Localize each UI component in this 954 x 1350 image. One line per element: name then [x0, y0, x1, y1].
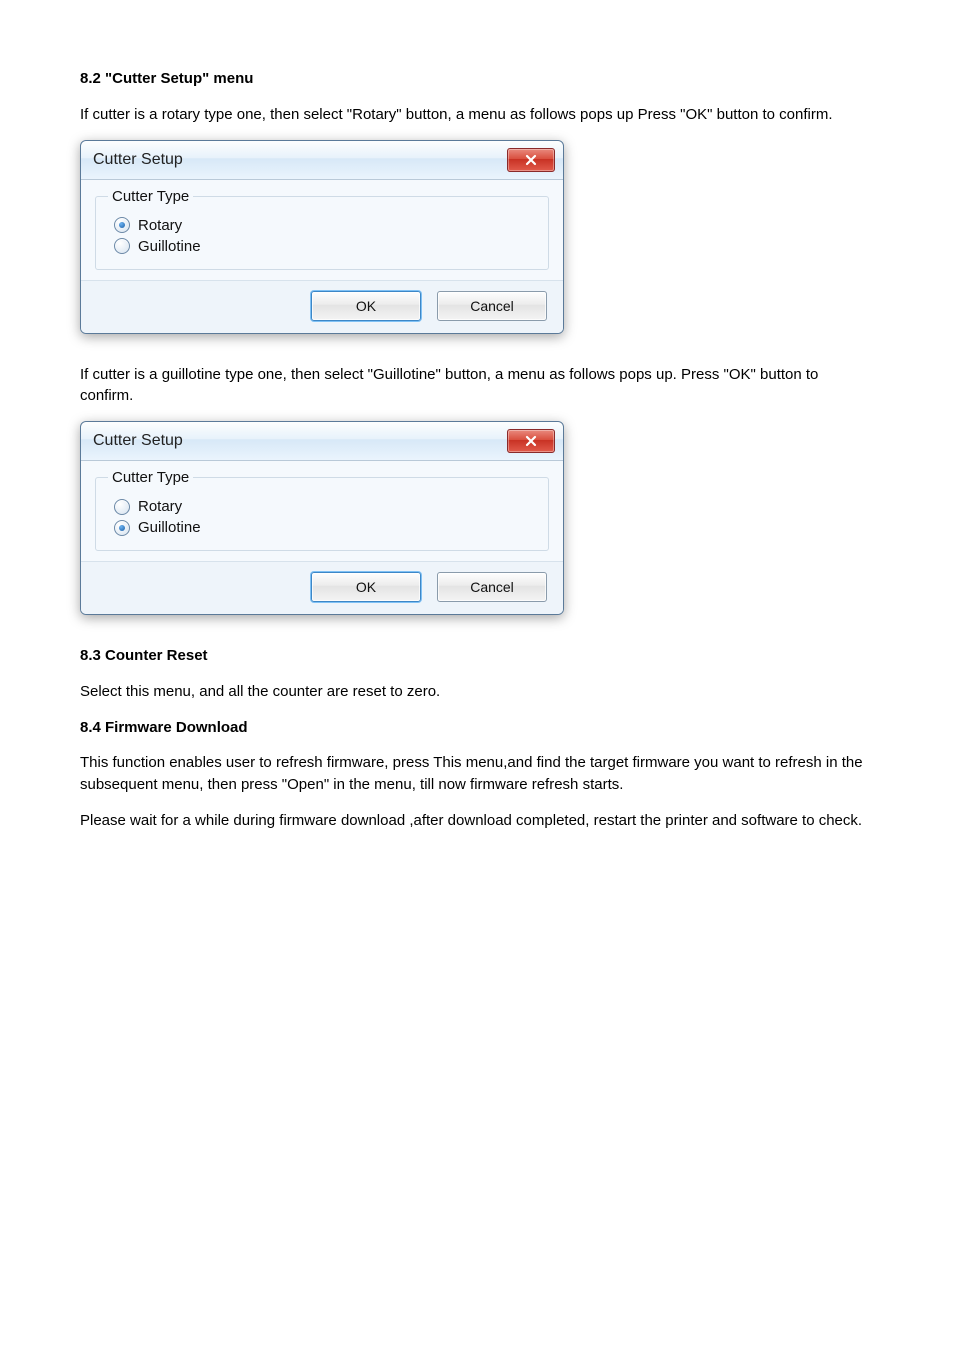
cutter-type-legend: Cutter Type [108, 469, 193, 486]
radio-label: Guillotine [138, 238, 201, 255]
dialog-title: Cutter Setup [93, 432, 183, 450]
ok-button[interactable]: OK [311, 291, 421, 321]
radio-icon [114, 238, 130, 254]
cutter-setup-dialog-guillotine: Cutter Setup Cutter Type Rotary Guilloti… [80, 421, 564, 615]
cutter-type-group: Cutter Type Rotary Guillotine [95, 188, 549, 270]
cancel-button[interactable]: Cancel [437, 572, 547, 602]
close-icon [524, 434, 538, 448]
cutter-setup-dialog-rotary: Cutter Setup Cutter Type Rotary Guilloti… [80, 140, 564, 334]
heading-firmware-download: 8.4 Firmware Download [80, 717, 874, 739]
radio-icon [114, 217, 130, 233]
heading-counter-reset: 8.3 Counter Reset [80, 645, 874, 667]
radio-option-rotary[interactable]: Rotary [114, 217, 536, 234]
close-icon [524, 153, 538, 167]
radio-icon [114, 520, 130, 536]
radio-label: Rotary [138, 217, 182, 234]
dialog-body: Cutter Type Rotary Guillotine [81, 461, 563, 561]
radio-label: Rotary [138, 498, 182, 515]
close-button[interactable] [507, 429, 555, 453]
paragraph-guillotine: If cutter is a guillotine type one, then… [80, 364, 874, 408]
document-page: 8.2 "Cutter Setup" menu If cutter is a r… [0, 0, 954, 906]
dialog-button-row: OK Cancel [81, 280, 563, 333]
radio-option-guillotine[interactable]: Guillotine [114, 238, 536, 255]
cutter-type-legend: Cutter Type [108, 188, 193, 205]
close-button[interactable] [507, 148, 555, 172]
paragraph-counter-reset: Select this menu, and all the counter ar… [80, 681, 874, 703]
cutter-type-group: Cutter Type Rotary Guillotine [95, 469, 549, 551]
dialog-button-row: OK Cancel [81, 561, 563, 614]
paragraph-rotary-part2: Press "OK" button to confirm. [638, 106, 833, 123]
paragraph-rotary-part1: If cutter is a rotary type one, then sel… [80, 106, 633, 123]
radio-option-rotary[interactable]: Rotary [114, 498, 536, 515]
radio-option-guillotine[interactable]: Guillotine [114, 519, 536, 536]
paragraph-firmware-1: This function enables user to refresh fi… [80, 752, 874, 796]
dialog-title: Cutter Setup [93, 151, 183, 169]
paragraph-firmware-2: Please wait for a while during firmware … [80, 810, 874, 832]
dialog-body: Cutter Type Rotary Guillotine [81, 180, 563, 280]
dialog-titlebar: Cutter Setup [81, 422, 563, 461]
radio-icon [114, 499, 130, 515]
paragraph-rotary: If cutter is a rotary type one, then sel… [80, 104, 874, 126]
paragraph-guillotine-part1: If cutter is a guillotine type one, then… [80, 366, 719, 383]
ok-button[interactable]: OK [311, 572, 421, 602]
cancel-button[interactable]: Cancel [437, 291, 547, 321]
radio-label: Guillotine [138, 519, 201, 536]
heading-cutter-setup-menu: 8.2 "Cutter Setup" menu [80, 68, 874, 90]
dialog-titlebar: Cutter Setup [81, 141, 563, 180]
